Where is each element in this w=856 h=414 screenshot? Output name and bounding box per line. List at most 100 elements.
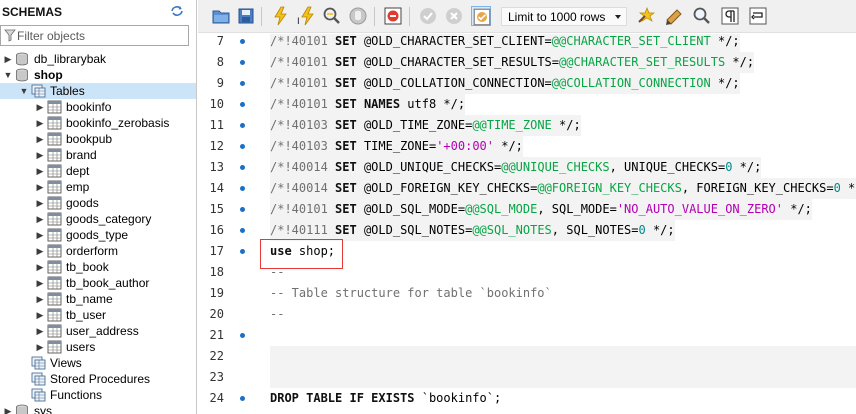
tree-item-emp[interactable]: ▶ emp (0, 179, 196, 195)
open-file-icon[interactable] (211, 6, 231, 26)
code-token: SET (335, 76, 357, 90)
code-token: /*!40014 (270, 181, 336, 195)
tree-item-orderform[interactable]: ▶ orderform (0, 243, 196, 259)
tree-item-label: tb_book (66, 260, 109, 274)
statement-marker-icon (240, 228, 245, 233)
tree-item-users[interactable]: ▶ users (0, 339, 196, 355)
line-number: 20 (209, 307, 224, 321)
statement-marker-icon (240, 165, 245, 170)
expand-arrow-icon[interactable]: ▶ (2, 403, 14, 414)
tree-item-tb-book[interactable]: ▶ tb_book (0, 259, 196, 275)
expand-arrow-icon[interactable]: ▶ (34, 115, 46, 131)
tree-item-sys[interactable]: ▶ sys (0, 403, 196, 414)
tree-item-goods[interactable]: ▶ goods (0, 195, 196, 211)
tree-item-label: Stored Procedures (50, 372, 151, 386)
tree-item-stored-procedures[interactable]: Stored Procedures (0, 371, 196, 387)
code-token: */; (783, 202, 812, 216)
rollback-icon[interactable] (444, 6, 464, 26)
expand-arrow-icon[interactable]: ▶ (34, 179, 46, 195)
code-token: /*!40103 (270, 118, 336, 132)
code-token: @@UNIQUE_CHECKS (501, 160, 610, 174)
tree-item-brand[interactable]: ▶ brand (0, 147, 196, 163)
schema-icon (15, 68, 31, 82)
tree-item-views[interactable]: Views (0, 355, 196, 371)
code-line: /*!40103 SET TIME_ZONE='+00:00' */; (270, 136, 523, 157)
tree-item-goods-category[interactable]: ▶ goods_category (0, 211, 196, 227)
code-line: /*!40101 SET @OLD_CHARACTER_SET_CLIENT=@… (270, 34, 740, 52)
expand-arrow-icon[interactable]: ▶ (34, 131, 46, 147)
execute-current-icon[interactable]: I (296, 6, 316, 27)
row-limit-select[interactable]: Limit to 1000 rows (501, 7, 627, 26)
explain-icon[interactable] (322, 6, 342, 26)
expand-arrow-icon[interactable]: ▶ (2, 51, 14, 67)
collapse-arrow-icon[interactable]: ▼ (2, 67, 14, 83)
expand-arrow-icon[interactable]: ▶ (34, 99, 46, 115)
code-token: /*!40103 (270, 139, 336, 153)
sql-editor[interactable]: 7 /*!40101 SET @OLD_CHARACTER_SET_CLIENT=… (198, 34, 856, 414)
empty-line (270, 367, 856, 388)
line-number: 11 (209, 118, 224, 132)
expand-arrow-icon[interactable]: ▶ (34, 243, 46, 259)
expand-arrow-icon[interactable]: ▶ (34, 227, 46, 243)
code-line: -- (270, 304, 284, 325)
expand-arrow-icon[interactable]: ▶ (34, 259, 46, 275)
code-token: @@CHARACTER_SET_CLIENT (551, 34, 711, 48)
tree-item-tables[interactable]: ▼ Tables (0, 83, 196, 99)
execute-icon[interactable] (270, 6, 290, 26)
code-token: @@SQL_NOTES (472, 223, 552, 237)
table-icon (47, 292, 63, 306)
tree-item-tb-user[interactable]: ▶ tb_user (0, 307, 196, 323)
expand-arrow-icon[interactable]: ▶ (34, 339, 46, 355)
invisible-chars-icon[interactable] (720, 6, 740, 26)
stop-icon[interactable] (348, 6, 368, 26)
expand-arrow-icon[interactable]: ▶ (34, 307, 46, 323)
beautify-icon[interactable] (637, 6, 657, 26)
schema-header: SCHEMAS (0, 0, 196, 22)
toggle-error-icon[interactable] (383, 6, 403, 26)
expand-arrow-icon[interactable]: ▶ (34, 323, 46, 339)
code-token: 0 (833, 181, 841, 195)
tree-item-shop[interactable]: ▼ shop (0, 67, 196, 83)
code-line: /*!40111 SET @OLD_SQL_NOTES=@@SQL_NOTES,… (270, 220, 675, 241)
tree-item-tb-name[interactable]: ▶ tb_name (0, 291, 196, 307)
format-icon[interactable] (664, 6, 684, 26)
tree-item-label: orderform (66, 244, 119, 258)
line-number: 13 (209, 160, 224, 174)
expand-arrow-icon[interactable]: ▶ (34, 275, 46, 291)
tree-item-functions[interactable]: Functions (0, 387, 196, 403)
tree-item-goods-type[interactable]: ▶ goods_type (0, 227, 196, 243)
line-number: 24 (209, 391, 224, 405)
expand-arrow-icon[interactable]: ▶ (34, 211, 46, 227)
tree-item-user-address[interactable]: ▶ user_address (0, 323, 196, 339)
expand-arrow-icon[interactable]: ▶ (34, 147, 46, 163)
tree-item-label: user_address (66, 324, 139, 338)
code-line: /*!40101 SET @OLD_COLLATION_CONNECTION=@… (270, 73, 740, 94)
code-token: */; (710, 76, 740, 90)
refresh-schemas-icon[interactable] (170, 5, 184, 17)
tree-item-dept[interactable]: ▶ dept (0, 163, 196, 179)
code-token: /*!40101 (270, 34, 336, 48)
table-icon (47, 100, 63, 114)
expand-arrow-icon[interactable]: ▶ (34, 163, 46, 179)
code-token: SET (335, 34, 357, 48)
tree-item-db-librarybak[interactable]: ▶ db_librarybak (0, 51, 196, 67)
commit-icon[interactable] (418, 6, 438, 26)
expand-arrow-icon[interactable]: ▶ (34, 195, 46, 211)
tree-item-bookinfo-zerobasis[interactable]: ▶ bookinfo_zerobasis (0, 115, 196, 131)
tree-item-tb-book-author[interactable]: ▶ tb_book_author (0, 275, 196, 291)
tree-item-bookpub[interactable]: ▶ bookpub (0, 131, 196, 147)
tree-item-bookinfo[interactable]: ▶ bookinfo (0, 99, 196, 115)
autocommit-icon[interactable] (471, 6, 491, 26)
svg-text:I: I (297, 17, 300, 26)
save-icon[interactable] (236, 6, 256, 26)
filter-objects-input[interactable] (17, 27, 185, 44)
collapse-arrow-icon[interactable]: ▼ (18, 83, 30, 99)
wrap-icon[interactable] (748, 6, 768, 26)
find-icon[interactable] (692, 6, 712, 26)
expand-arrow-icon[interactable]: ▶ (34, 291, 46, 307)
code-token: SET (335, 181, 357, 195)
code-token: @OLD_SQL_MODE= (356, 202, 466, 216)
code-token: -- (270, 307, 285, 321)
